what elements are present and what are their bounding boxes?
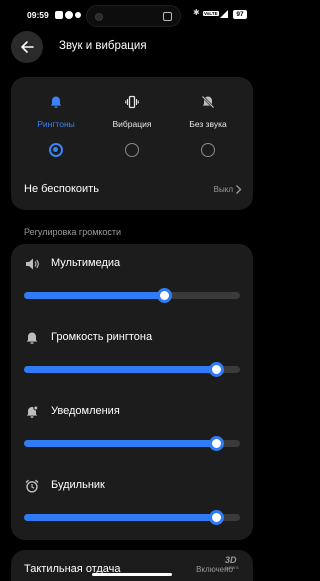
- do-not-disturb-row[interactable]: Не беспокоить Выкл: [11, 177, 253, 201]
- do-not-disturb-label: Не беспокоить: [24, 183, 99, 195]
- slider-handle[interactable]: [209, 436, 225, 451]
- camera-icon: [95, 13, 103, 21]
- volume-row-ringtone: Громкость рингтона: [11, 318, 253, 392]
- bell-icon: [50, 96, 62, 108]
- mode-label: Вибрация: [112, 119, 152, 129]
- watermark-logo: 3D NEWS: [225, 555, 239, 570]
- mode-label: Без звука: [189, 119, 227, 129]
- mode-radio-silent[interactable]: [201, 143, 215, 157]
- app-notification-icon: [75, 12, 81, 18]
- volume-label: Уведомления: [51, 405, 120, 417]
- slider-fill: [24, 514, 217, 521]
- arrow-left-icon: [21, 41, 34, 53]
- alarm-clock-icon: [25, 479, 39, 493]
- vibrate-icon: [125, 95, 139, 109]
- notification-bell-icon: [26, 405, 39, 418]
- volte-badge: VoLTE: [203, 11, 219, 16]
- volume-label: Громкость рингтона: [51, 331, 153, 343]
- speaker-icon: [26, 258, 39, 270]
- app-notification-icon: [55, 11, 63, 19]
- screenshot-icon: [163, 12, 172, 21]
- battery-icon: 97: [233, 10, 247, 19]
- mode-radio-vibrate[interactable]: [125, 143, 139, 157]
- volume-label: Мультимедиа: [51, 257, 121, 269]
- do-not-disturb-value: Выкл: [213, 185, 233, 194]
- status-bar: 09:59 ✱ VoLTE 97: [0, 0, 265, 30]
- bell-off-icon: [201, 95, 215, 109]
- slider-handle[interactable]: [157, 288, 173, 303]
- haptics-row[interactable]: Тактильная отдача Включено: [11, 550, 253, 581]
- volume-row-notifications: Уведомления: [11, 392, 253, 466]
- volume-row-alarm: Будильник: [11, 466, 253, 540]
- chevron-right-icon: [236, 185, 242, 194]
- page-title: Звук и вибрация: [59, 40, 147, 52]
- bell-icon: [26, 332, 38, 344]
- volume-label: Будильник: [51, 479, 105, 491]
- volume-row-media: Мультимедиа: [11, 244, 253, 318]
- volume-card: Мультимедиа Громкость рингтона Уведомлен…: [11, 244, 253, 540]
- home-indicator[interactable]: [92, 573, 172, 576]
- signal-icon: [220, 10, 228, 18]
- sound-mode-card: Рингтоны Вибрация Без звука Не беспокоит…: [11, 77, 253, 210]
- mode-label: Рингтоны: [37, 119, 75, 129]
- volume-section-title: Регулировка громкости: [24, 227, 122, 237]
- watermark-main: 3D: [225, 555, 237, 565]
- status-time: 09:59: [27, 10, 49, 20]
- volume-slider[interactable]: [24, 288, 240, 303]
- slider-handle[interactable]: [209, 510, 225, 525]
- watermark-sub: NEWS: [225, 565, 239, 570]
- volume-slider[interactable]: [24, 436, 240, 451]
- slider-fill: [24, 440, 217, 447]
- back-button[interactable]: [11, 31, 43, 63]
- slider-fill: [24, 366, 217, 373]
- volume-slider[interactable]: [24, 362, 240, 377]
- slider-fill: [24, 292, 165, 299]
- mode-radio-ringtones[interactable]: [49, 143, 63, 157]
- bluetooth-icon: ✱: [193, 8, 200, 17]
- dynamic-island: [86, 5, 181, 27]
- app-notification-icon: [65, 11, 73, 19]
- volume-slider[interactable]: [24, 510, 240, 525]
- slider-handle[interactable]: [209, 362, 225, 377]
